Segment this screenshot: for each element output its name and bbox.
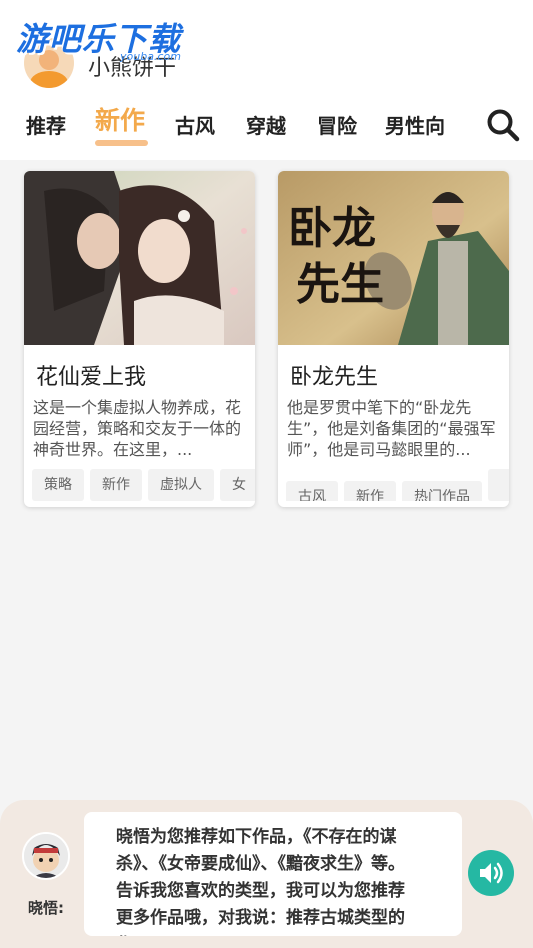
watermark-sub: youba.com <box>120 50 181 63</box>
card-description: 他是罗贯中笔下的“卧龙先生”，他是刘备集团的“最强军师”，他是司马懿眼里的... <box>287 398 496 459</box>
tab-ancient[interactable]: 古风 <box>175 110 215 139</box>
tag-list: 古风 新作 热门作品 <box>286 469 509 501</box>
assistant-message: 晓悟为您推荐如下作品，《不存在的谋杀》、《女帝要成仙》、《黯夜求生》等。告诉我您… <box>116 827 405 936</box>
active-tab-indicator <box>95 140 148 146</box>
assistant-message-bubble: 晓悟为您推荐如下作品，《不存在的谋杀》、《女帝要成仙》、《黯夜求生》等。告诉我您… <box>84 812 462 936</box>
assistant-avatar[interactable] <box>22 832 70 880</box>
cover-title-top: 卧龙 <box>288 203 376 254</box>
tag-list: 策略 新作 虚拟人女 <box>32 469 255 501</box>
cover-image <box>24 171 255 345</box>
tab-recommend[interactable]: 推荐 <box>26 110 66 139</box>
tab-new[interactable]: 新作 <box>95 101 145 137</box>
tab-time-travel[interactable]: 穿越 <box>246 110 286 139</box>
speaker-button[interactable] <box>468 850 514 896</box>
assistant-name: 晓悟: <box>28 899 64 917</box>
tab-adventure[interactable]: 冒险 <box>317 110 357 139</box>
tag[interactable]: 女 <box>220 469 255 501</box>
work-card-2[interactable]: 卧龙 先生 卧龙先生 他是罗贯中笔下的“卧龙先生”，他是刘备集团的“最强军师”，… <box>278 171 509 507</box>
card-description: 这是一个集虚拟人物养成，花园经营，策略和交友于一体的神奇世界。在这里，... <box>33 398 242 459</box>
card-title: 卧龙先生 <box>290 365 379 390</box>
cover-title-bottom: 先生 <box>296 259 384 310</box>
cover-image: 卧龙 先生 <box>278 171 509 345</box>
tag[interactable] <box>488 469 509 501</box>
search-icon[interactable] <box>486 108 520 142</box>
tag[interactable]: 古风 <box>286 481 338 501</box>
tag[interactable]: 虚拟人 <box>148 469 214 501</box>
tag[interactable]: 策略 <box>32 469 84 501</box>
tab-male[interactable]: 男性向 <box>385 110 445 139</box>
tag[interactable]: 新作 <box>344 481 396 501</box>
tag[interactable]: 热门作品 <box>402 481 482 501</box>
speaker-icon <box>480 862 503 884</box>
tag[interactable]: 新作 <box>90 469 142 501</box>
work-card-1[interactable]: 花仙爱上我 这是一个集虚拟人物养成，花园经营，策略和交友于一体的神奇世界。在这里… <box>24 171 255 507</box>
card-title: 花仙爱上我 <box>36 365 147 390</box>
category-tabs: 推荐 新作 古风 穿越 冒险 男性向 <box>0 98 533 152</box>
